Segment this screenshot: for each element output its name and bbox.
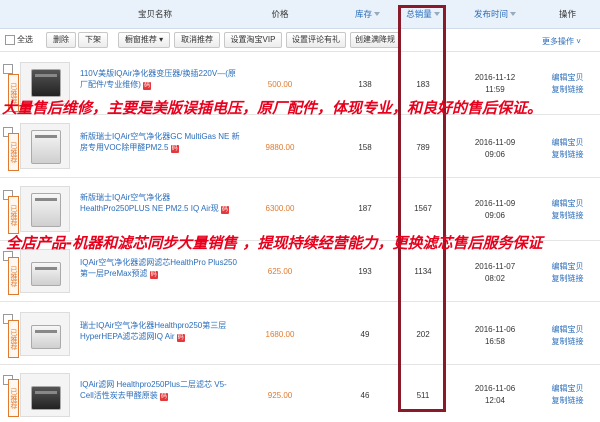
product-stock: 193 (358, 267, 372, 276)
tag-icon: 码 (220, 206, 229, 214)
product-stock: 46 (360, 391, 370, 400)
delete-button[interactable]: 删除 (46, 32, 76, 48)
more-actions-link[interactable]: 更多操作 ˅ (542, 36, 581, 47)
row-checkbox[interactable] (3, 64, 13, 74)
annotation-text-2: 全店产品-机器和滤芯同步大量销售 ，提现持续经营能力，更换滤芯售后服务保证 (6, 234, 543, 252)
copy-link-link[interactable]: 复制链接 (540, 336, 595, 348)
copy-link-link[interactable]: 复制链接 (540, 273, 595, 285)
set-vip-button[interactable]: 设置淘宝VIP (224, 32, 282, 48)
table-header: 宝贝名称 价格 库存 总销量 发布时间 操作 (0, 0, 600, 29)
recommended-badge: 已推荐 (8, 196, 19, 234)
set-comment-gift-button[interactable]: 设置评论有礼 (286, 32, 346, 48)
tag-icon: 码 (160, 393, 169, 401)
product-price: 925.00 (267, 391, 293, 400)
row-actions: 编辑宝贝 复制链接 (540, 198, 595, 222)
copy-link-link[interactable]: 复制链接 (540, 210, 595, 222)
create-discount-rule-button[interactable]: 创建满降规 (350, 32, 400, 48)
bulk-toolbar: 全选 删除 下架 橱窗推荐 ▾ 取消推荐 设置淘宝VIP 设置评论有礼 创建满降… (0, 29, 600, 52)
table-row: 已推荐 新版瑞士IQAir空气净化器GC MultiGas NE 新房专用VOC… (0, 115, 600, 178)
product-title-link[interactable]: IQAir滤网 Healthpro250Plus二层滤芯 V5-Cell活性炭去… (80, 379, 240, 401)
col-stock[interactable]: 库存 (345, 0, 390, 28)
sort-icon (374, 12, 380, 16)
edit-item-link[interactable]: 编辑宝贝 (540, 198, 595, 210)
row-actions: 编辑宝贝 复制链接 (540, 261, 595, 285)
product-title-link[interactable]: 瑞士IQAir空气净化器Healthpro250第三层HyperHEPA滤芯滤网… (80, 320, 240, 342)
col-name: 宝贝名称 (137, 9, 172, 19)
col-actions: 操作 (558, 9, 576, 19)
unlist-button[interactable]: 下架 (78, 32, 108, 48)
edit-item-link[interactable]: 编辑宝贝 (540, 383, 595, 395)
edit-item-link[interactable]: 编辑宝贝 (540, 261, 595, 273)
product-title-link[interactable]: 110V美版IQAir净化器变压器/换插220V—(原厂配件/专业维修) 码 (80, 68, 240, 90)
product-thumbnail[interactable] (20, 123, 70, 169)
copy-link-link[interactable]: 复制链接 (540, 395, 595, 407)
sales-highlight-box (398, 5, 446, 412)
row-actions: 编辑宝贝 复制链接 (540, 324, 595, 348)
recommended-badge: 已推荐 (8, 257, 19, 295)
publish-time: 2016-11-07 08:02 (474, 262, 516, 283)
row-actions: 编辑宝贝 复制链接 (540, 137, 595, 161)
product-price: 1680.00 (265, 330, 295, 339)
select-all-label: 全选 (17, 35, 33, 44)
annotation-text-1: 大量售后维修，主要是美版误插电压，原厂配件，体现专业，和良好的售后保证。 (2, 99, 543, 117)
recommended-badge: 已推荐 (8, 379, 19, 417)
window-recommend-dropdown[interactable]: 橱窗推荐 ▾ (118, 32, 170, 48)
publish-time: 2016-11-09 09:06 (474, 138, 516, 159)
recommended-badge: 已推荐 (8, 133, 19, 171)
row-actions: 编辑宝贝 复制链接 (540, 72, 595, 96)
product-stock: 187 (358, 204, 372, 213)
tag-icon: 码 (170, 145, 179, 153)
product-title-link[interactable]: 新版瑞士IQAir空气净化器 HealthPro250PLUS NE PM2.5… (80, 192, 240, 214)
publish-time: 2016-11-06 16:58 (474, 325, 516, 346)
recommended-badge: 已推荐 (8, 320, 19, 358)
edit-item-link[interactable]: 编辑宝贝 (540, 137, 595, 149)
copy-link-link[interactable]: 复制链接 (540, 84, 595, 96)
product-stock: 49 (360, 330, 370, 339)
product-price: 9880.00 (265, 143, 295, 152)
publish-time: 2016-11-12 11:59 (474, 73, 516, 94)
tag-icon: 码 (143, 82, 152, 90)
col-price[interactable]: 价格 (250, 0, 310, 28)
tag-icon: 码 (176, 334, 185, 342)
edit-item-link[interactable]: 编辑宝贝 (540, 72, 595, 84)
sort-icon (510, 12, 516, 16)
product-price: 500.00 (267, 80, 293, 89)
publish-time: 2016-11-06 12:04 (474, 384, 516, 405)
publish-time: 2016-11-09 09:06 (474, 199, 516, 220)
table-row: 已推荐 IQAir滤网 Healthpro250Plus二层滤芯 V5-Cell… (0, 365, 600, 421)
cancel-recommend-button[interactable]: 取消推荐 (174, 32, 220, 48)
chevron-down-icon: ˅ (574, 37, 581, 46)
tag-icon: 码 (149, 271, 158, 279)
product-stock: 138 (358, 80, 372, 89)
product-stock: 158 (358, 143, 372, 152)
product-thumbnail[interactable] (20, 373, 70, 417)
product-thumbnail[interactable] (20, 186, 70, 232)
chevron-down-icon: ▾ (159, 35, 164, 44)
row-actions: 编辑宝贝 复制链接 (540, 383, 595, 407)
product-title-link[interactable]: IQAir空气净化器滤网滤芯HealthPro Plus250第一层PreMax… (80, 257, 240, 279)
product-thumbnail[interactable] (20, 312, 70, 356)
edit-item-link[interactable]: 编辑宝贝 (540, 324, 595, 336)
select-all-checkbox[interactable] (5, 35, 15, 45)
product-title-link[interactable]: 新版瑞士IQAir空气净化器GC MultiGas NE 新房专用VOC除甲醛P… (80, 131, 240, 153)
table-row: 已推荐 瑞士IQAir空气净化器Healthpro250第三层HyperHEPA… (0, 302, 600, 365)
col-published[interactable]: 发布时间 (470, 0, 520, 28)
copy-link-link[interactable]: 复制链接 (540, 149, 595, 161)
product-price: 625.00 (267, 267, 293, 276)
product-thumbnail[interactable] (20, 249, 70, 293)
product-price: 6300.00 (265, 204, 295, 213)
